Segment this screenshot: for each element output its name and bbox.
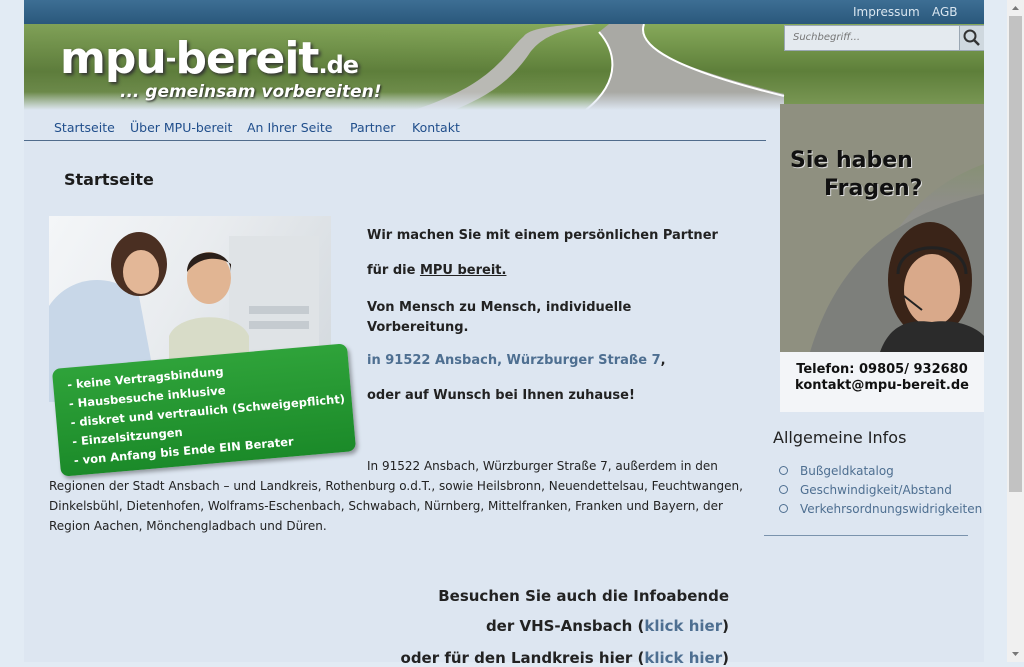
nav-partner[interactable]: Partner (350, 120, 395, 135)
regions-paragraph: In 91522 Ansbach, Würzburger Straße 7, a… (49, 456, 749, 536)
regions-text-line1: In 91522 Ansbach, Würzburger Straße 7, a… (367, 459, 718, 473)
logo-text-bereit: bereit (175, 33, 319, 84)
search-input[interactable] (785, 26, 961, 48)
contact-box: Telefon: 09805/ 932680 kontakt@mpu-berei… (780, 352, 984, 412)
hotline-woman-image (780, 104, 984, 352)
visit-line-3: oder für den Landkreis hier (klick hier) (24, 649, 729, 667)
page-title: Startseite (64, 170, 154, 189)
info-item-bussgeldkatalog[interactable]: Bußgeldkatalog (779, 464, 894, 478)
visit-line-2: der VHS-Ansbach (klick hier) (24, 617, 729, 635)
intro-line-5: oder auf Wunsch bei Ihnen zuhause! (367, 388, 635, 403)
sidebar-hotline-banner: Sie haben Fragen? (780, 104, 984, 352)
page: Impressum AGB mpu-bereit.de ... gemeinsa… (24, 0, 984, 667)
bullet-icon (779, 485, 788, 494)
scroll-up-icon[interactable] (1007, 1, 1024, 15)
intro-line-4-comma: , (660, 353, 666, 368)
info-item-geschwindigkeit[interactable]: Geschwindigkeit/Abstand (779, 483, 952, 497)
bullet-icon (779, 504, 788, 513)
regions-text-rest: Regionen der Stadt Ansbach – und Landkre… (49, 479, 743, 533)
logo-tld: .de (318, 51, 359, 79)
landkreis-link[interactable]: klick hier (644, 649, 722, 667)
logo-tagline: ... gemeinsam vorbereiten! (120, 82, 382, 102)
contact-phone: Telefon: 09805/ 932680 (796, 362, 968, 377)
search-button[interactable] (959, 26, 984, 50)
info-item-verkehrsordnungswidrigkeiten[interactable]: Verkehrsordnungswidrigkeiten (779, 502, 982, 516)
sidebar-title-line1: Sie haben (790, 148, 913, 173)
search-box (784, 25, 984, 51)
agb-link[interactable]: AGB (932, 5, 958, 19)
visit-line-2-close: ) (722, 617, 729, 635)
sidebar-title-line2: Fragen? (824, 176, 923, 201)
info-item-label: Verkehrsordnungswidrigkeiten (800, 502, 983, 516)
nav-kontakt[interactable]: Kontakt (412, 120, 460, 135)
intro-line-2-text: für die (367, 263, 420, 278)
intro-line-4: in 91522 Ansbach, Würzburger Straße 7, (367, 353, 747, 368)
contact-email[interactable]: kontakt@mpu-bereit.de (780, 378, 984, 393)
main-nav: Startseite Über MPU-bereit An Ihrer Seit… (24, 110, 766, 141)
vhs-ansbach-link[interactable]: klick hier (644, 617, 722, 635)
bullet-icon (779, 466, 788, 475)
nav-an-ihrer-seite[interactable]: An Ihrer Seite (247, 120, 332, 135)
info-heading: Allgemeine Infos (773, 428, 907, 447)
intro-line-3: Von Mensch zu Mensch, individuelle Vorbe… (367, 300, 632, 335)
vertical-scrollbar[interactable] (1007, 0, 1024, 662)
visit-line-3-text: oder für den Landkreis hier ( (400, 649, 645, 667)
top-bar: Impressum AGB (24, 0, 984, 24)
visit-line-1: Besuchen Sie auch die Infoabende (438, 587, 729, 605)
scroll-down-icon[interactable] (1007, 647, 1024, 661)
info-item-label: Geschwindigkeit/Abstand (800, 483, 952, 497)
address-link[interactable]: in 91522 Ansbach, Würzburger Straße 7 (367, 353, 661, 368)
info-item-label: Bußgeldkatalog (800, 464, 894, 478)
logo-dash: - (165, 44, 177, 74)
visit-line-3-close: ) (722, 649, 729, 667)
nav-ueber-mpu-bereit[interactable]: Über MPU-bereit (130, 120, 232, 135)
impressum-link[interactable]: Impressum (853, 5, 920, 19)
intro-line-2: für die MPU bereit. (367, 263, 747, 278)
info-divider (764, 535, 968, 536)
nav-startseite[interactable]: Startseite (54, 120, 115, 135)
mpu-bereit-link[interactable]: MPU bereit. (420, 263, 507, 278)
intro-line-1: Wir machen Sie mit einem persönlichen Pa… (367, 228, 718, 243)
scrollbar-thumb[interactable] (1009, 16, 1022, 492)
search-icon (963, 29, 980, 46)
visit-line-2-text: der VHS-Ansbach ( (485, 617, 645, 635)
site-logo[interactable]: mpu-bereit.de (60, 33, 359, 84)
logo-text-mpu: mpu (60, 33, 167, 84)
